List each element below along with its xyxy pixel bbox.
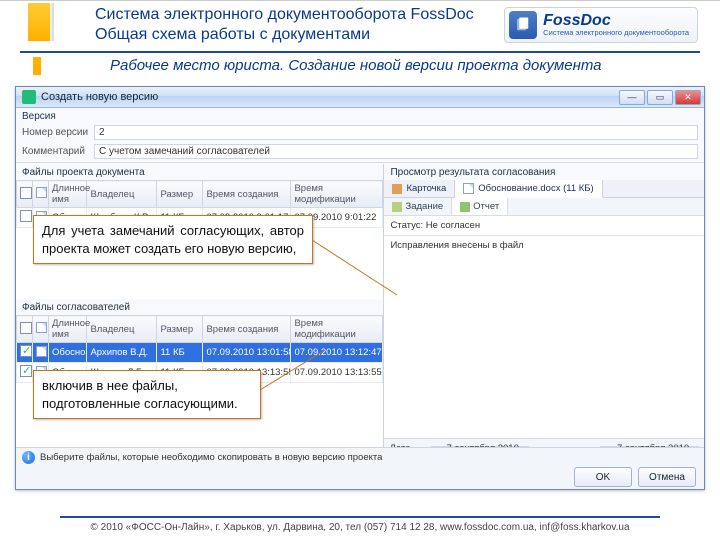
window-footer: i Выберите файлы, которые необходимо ско… (16, 447, 704, 489)
window-maximize-button[interactable]: ▭ (647, 90, 673, 105)
ok-button[interactable]: OK (574, 467, 632, 487)
tab-file[interactable]: Обоснование.docx (11 КБ) (455, 180, 602, 198)
doc-icon (36, 322, 47, 333)
doc-icon (36, 187, 47, 198)
col-name[interactable]: Длинное имя (49, 181, 87, 208)
row-checkbox[interactable] (20, 365, 32, 377)
slide-footer: © 2010 «ФОСС-Он-Лайн», г. Харьков, ул. Д… (0, 516, 720, 533)
window-titlebar[interactable]: Создать новую версию — ▭ ✕ (16, 87, 704, 108)
window-close-button[interactable]: ✕ (675, 90, 701, 105)
tool-task[interactable]: Задание (384, 198, 452, 215)
col-owner[interactable]: Владелец (87, 316, 157, 343)
report-body: Исправления внесены в файл (384, 236, 704, 438)
section-version: Версия (16, 108, 704, 123)
status-label: Статус: (390, 220, 423, 231)
input-version-no[interactable]: 2 (94, 125, 698, 140)
doc-icon (463, 183, 474, 194)
checkbox-icon[interactable] (20, 322, 32, 334)
report-icon (460, 202, 470, 212)
table-header-row: Длинное имя Владелец Размер Время создан… (17, 181, 383, 208)
table-row[interactable]: Обоснование.docx Архипов В.Д. 11 КБ 07.0… (17, 343, 383, 363)
brand-name: FossDoc (543, 13, 689, 30)
status-line: Статус: Не согласен (384, 216, 704, 236)
header-divider (20, 51, 700, 53)
brand-sub: Система электронного документооборота (543, 29, 689, 37)
window-icon (22, 90, 36, 104)
brand-badge: FossDoc Система электронного документооб… (504, 7, 698, 43)
slide-title-line2: Общая схема работы с документами (95, 25, 474, 45)
hint-bar: i Выберите файлы, которые необходимо ско… (16, 448, 704, 467)
brand-icon (509, 11, 537, 39)
col-modified[interactable]: Время модификации (291, 181, 383, 208)
status-value: Не согласен (426, 220, 480, 231)
doc-icon (36, 346, 47, 357)
info-icon: i (22, 451, 35, 464)
col-created[interactable]: Время создания (203, 181, 291, 208)
right-tabs: Карточка Обоснование.docx (11 КБ) (384, 180, 704, 198)
right-title: Просмотр результата согласования (384, 164, 704, 180)
table-header-row: Длинное имя Владелец Размер Время создан… (17, 316, 383, 343)
slide-subhead: Рабочее место юриста. Создание новой вер… (110, 57, 602, 74)
slide-title: Система электронного документооборота Fo… (95, 5, 474, 45)
callout-1: Для учета замечаний согласующих, автор п… (33, 215, 313, 264)
tool-report[interactable]: Отчет (452, 198, 508, 215)
input-comment[interactable]: С учетом замечаний согласователей (94, 144, 698, 159)
row-checkbox[interactable] (20, 345, 32, 357)
row-version-no: Номер версии 2 (16, 123, 704, 142)
right-toolbar: Задание Отчет (384, 198, 704, 216)
row-checkbox[interactable] (20, 210, 32, 222)
row-comment: Комментарий С учетом замечаний согласова… (16, 142, 704, 161)
right-pane: Просмотр результата согласования Карточк… (384, 164, 704, 469)
col-size[interactable]: Размер (157, 181, 203, 208)
label-comment: Комментарий (22, 146, 94, 157)
group-project-title: Файлы проекта документа (16, 164, 383, 180)
hint-text: Выберите файлы, которые необходимо скопи… (40, 452, 382, 463)
callout-2: включив в нее файлы, подготовленные согл… (33, 370, 261, 419)
cancel-button[interactable]: Отмена (638, 467, 696, 487)
card-icon (392, 184, 402, 194)
separator (16, 162, 704, 163)
window-minimize-button[interactable]: — (619, 90, 645, 105)
accent-block (28, 3, 50, 41)
label-version-no: Номер версии (22, 127, 94, 138)
col-modified[interactable]: Время модификации (291, 316, 383, 343)
subhead-accent (33, 57, 41, 75)
col-name[interactable]: Длинное имя (49, 316, 87, 343)
task-icon (392, 202, 402, 212)
col-created[interactable]: Время создания (203, 316, 291, 343)
slide-title-line1: Система электронного документооборота Fo… (95, 5, 474, 25)
window-title: Создать новую версию (41, 91, 158, 103)
col-owner[interactable]: Владелец (87, 181, 157, 208)
left-pane: Файлы проекта документа Длинное имя Влад… (16, 164, 384, 469)
col-size[interactable]: Размер (157, 316, 203, 343)
checkbox-icon[interactable] (20, 187, 32, 199)
tab-card[interactable]: Карточка (384, 180, 455, 197)
